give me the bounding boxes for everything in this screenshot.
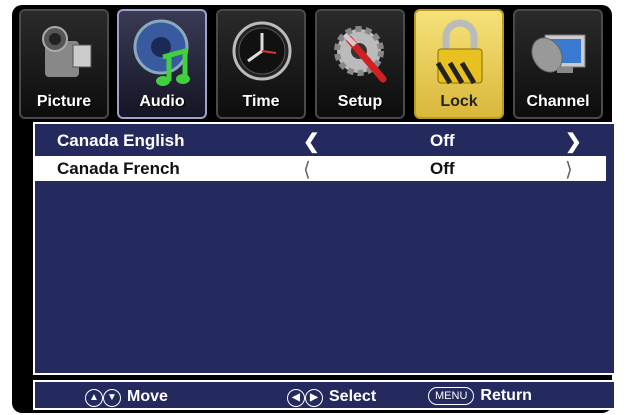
tab-label: Channel: [526, 93, 590, 110]
move-label: Move: [127, 388, 168, 405]
row-label: Canada English: [57, 131, 185, 150]
left-arrow-icon[interactable]: ❮: [303, 129, 320, 154]
settings-panel: Canada English ❮ Off ❯ Canada French ⟨ O…: [33, 122, 616, 375]
return-label: Return: [480, 387, 532, 404]
gear-wrench-icon: [334, 26, 387, 83]
row-value: Off: [430, 159, 455, 178]
camcorder-icon: [42, 26, 92, 77]
tab-setup[interactable]: Setup: [315, 9, 405, 119]
clock-icon: [232, 21, 292, 81]
return-hint: MENU Return: [428, 387, 532, 405]
right-arrow-icon[interactable]: ⟩: [565, 157, 573, 182]
tab-bar: Picture Audio Time Setup Lock Channel: [19, 9, 611, 121]
satellite-dish-icon: [531, 34, 586, 73]
help-bar: ▲ ▼ Move ◀ ▶ Select MENU Return: [33, 380, 616, 410]
move-hint: ▲ ▼ Move: [85, 387, 168, 407]
padlock-icon: [435, 19, 483, 85]
tab-label: Lock: [440, 93, 478, 110]
left-arrow-icon[interactable]: ⟨: [303, 157, 311, 182]
tab-channel[interactable]: Channel: [513, 9, 603, 119]
tab-audio[interactable]: Audio: [117, 9, 207, 119]
select-label: Select: [329, 388, 377, 405]
select-hint: ◀ ▶ Select: [287, 387, 376, 407]
right-arrow-icon[interactable]: ❯: [565, 129, 582, 154]
tab-picture[interactable]: Picture: [19, 9, 109, 119]
tab-label: Picture: [36, 93, 92, 110]
music-note-icon: [133, 19, 190, 86]
canada-english-row[interactable]: Canada English ❮ Off ❯: [35, 128, 606, 153]
tab-lock[interactable]: Lock: [414, 9, 504, 119]
row-label: Canada French: [57, 159, 180, 178]
menu-key-icon: MENU: [428, 387, 475, 405]
row-value: Off: [430, 131, 455, 150]
up-down-icon: ▲ ▼: [85, 387, 121, 407]
tab-time[interactable]: Time: [216, 9, 306, 119]
tab-label: Time: [242, 93, 280, 110]
left-right-icon: ◀ ▶: [287, 387, 323, 407]
tab-label: Audio: [139, 93, 185, 110]
canada-french-row[interactable]: Canada French ⟨ Off ⟩: [35, 156, 606, 181]
tab-label: Setup: [337, 93, 383, 110]
